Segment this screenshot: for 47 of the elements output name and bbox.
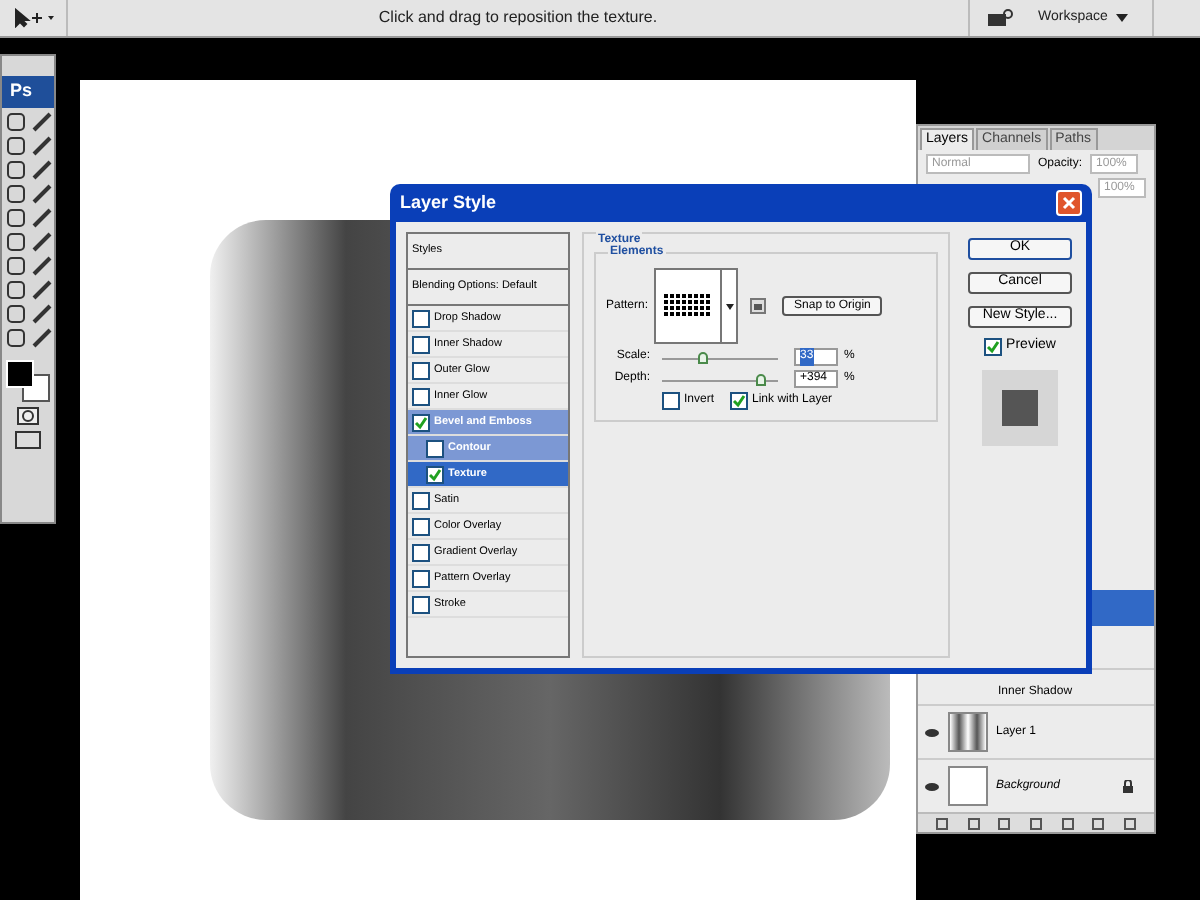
dialog-title: Layer Style <box>400 189 497 216</box>
checkbox[interactable] <box>412 387 430 405</box>
layer-thumbnail <box>948 766 988 806</box>
checkbox[interactable] <box>412 595 430 613</box>
slider-track[interactable] <box>662 373 778 385</box>
hint-text: Click and drag to reposition the texture. <box>378 6 658 30</box>
slider-thumb[interactable] <box>756 373 767 385</box>
move-tool-icon[interactable] <box>11 8 55 28</box>
checkbox[interactable] <box>412 413 430 431</box>
style-preview <box>982 369 1058 445</box>
panel-button-icon[interactable] <box>935 817 948 829</box>
eye-icon[interactable] <box>924 727 940 737</box>
new-preset-icon[interactable] <box>750 298 767 314</box>
lock-icon <box>1122 779 1134 793</box>
slider-track[interactable] <box>662 351 778 363</box>
checkbox[interactable] <box>730 392 749 410</box>
screen-mode-icon[interactable] <box>14 430 42 450</box>
checkbox[interactable] <box>662 392 680 410</box>
checkbox[interactable] <box>426 465 444 483</box>
app-logo: Ps <box>2 76 54 108</box>
eye-icon[interactable] <box>924 781 940 791</box>
checkbox[interactable] <box>412 569 430 587</box>
checkbox[interactable] <box>412 309 430 327</box>
panel-button-icon[interactable] <box>967 817 980 829</box>
panel-button-icon[interactable] <box>1061 817 1074 829</box>
panel-button-icon[interactable] <box>1029 817 1042 829</box>
color-swatches-drawing[interactable] <box>6 360 50 402</box>
checkbox[interactable] <box>426 439 444 457</box>
checkbox[interactable] <box>412 543 430 561</box>
panel-button-icon[interactable] <box>1124 817 1137 829</box>
close-button[interactable] <box>1056 190 1082 216</box>
camera-icon[interactable] <box>986 8 1014 28</box>
pattern-swatch-drawing <box>664 294 713 318</box>
panel-button-icon[interactable] <box>1092 817 1105 829</box>
pattern-picker[interactable] <box>654 268 739 344</box>
panel-button-icon[interactable] <box>998 817 1011 829</box>
close-icon <box>1062 196 1076 210</box>
checkbox[interactable] <box>412 491 430 509</box>
checkbox[interactable] <box>412 335 430 353</box>
checkbox[interactable] <box>984 337 1003 356</box>
checkbox[interactable] <box>412 361 430 379</box>
caret-icon <box>1115 14 1128 22</box>
quick-mask-icon[interactable] <box>16 406 40 426</box>
checkbox[interactable] <box>412 517 430 535</box>
caret-icon <box>725 303 734 309</box>
layer-thumbnail <box>948 712 988 752</box>
slider-thumb[interactable] <box>698 351 709 363</box>
